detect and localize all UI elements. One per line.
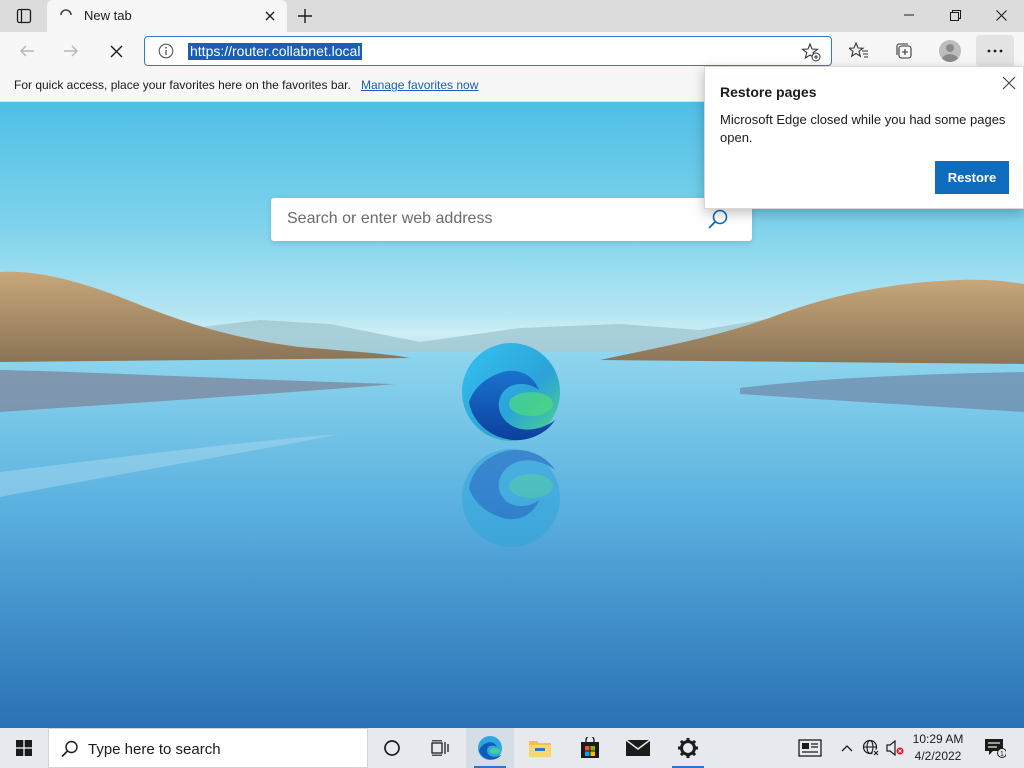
collections-button[interactable] — [889, 37, 919, 65]
minimize-icon — [904, 14, 914, 16]
show-hidden-icons-button[interactable] — [836, 728, 858, 768]
settings-and-more-button[interactable] — [976, 35, 1014, 67]
taskbar: Type here to search 10:29 AM 4/2/2022 1 — [0, 728, 1024, 768]
address-url[interactable]: https://router.collabnet.local — [188, 43, 363, 60]
chevron-up-icon — [841, 745, 853, 752]
windows-start-icon — [16, 740, 32, 756]
taskbar-clock[interactable]: 10:29 AM 4/2/2022 — [908, 731, 968, 765]
volume-muted-icon — [886, 740, 904, 756]
taskbar-store[interactable] — [566, 728, 614, 768]
edge-logo-reflection — [462, 449, 560, 547]
volume-button[interactable] — [884, 728, 906, 768]
taskbar-search-box[interactable]: Type here to search — [48, 728, 368, 768]
restore-button[interactable]: Restore — [935, 161, 1009, 194]
start-button[interactable] — [0, 728, 48, 768]
task-view-button[interactable] — [418, 728, 462, 768]
restore-pages-title: Restore pages — [720, 84, 817, 100]
notifications-icon: 1 — [985, 739, 1006, 758]
mail-icon — [625, 739, 651, 756]
plus-icon — [298, 9, 312, 23]
toolbar: https://router.collabnet.local — [0, 32, 1024, 70]
favorites-icon — [849, 42, 868, 58]
settings-icon — [678, 738, 698, 758]
file-explorer-icon — [529, 741, 551, 757]
tab-close-button[interactable] — [261, 7, 279, 25]
taskbar-edge[interactable] — [466, 728, 514, 768]
minimize-button[interactable] — [886, 0, 932, 30]
close-window-button[interactable] — [978, 0, 1024, 30]
stop-button[interactable] — [101, 37, 131, 65]
cortana-icon — [384, 740, 400, 756]
tab-new-tab[interactable]: New tab — [47, 0, 287, 32]
close-icon — [265, 11, 275, 21]
search-icon — [61, 740, 78, 758]
forward-button[interactable] — [56, 37, 86, 65]
tab-actions-button[interactable] — [8, 5, 40, 27]
info-icon[interactable] — [158, 43, 174, 59]
network-button[interactable] — [860, 728, 882, 768]
taskbar-settings[interactable] — [664, 728, 712, 768]
store-icon — [581, 737, 599, 758]
edge-icon — [478, 736, 502, 760]
clock-date: 4/2/2022 — [914, 749, 962, 763]
cortana-button[interactable] — [370, 728, 414, 768]
news-button[interactable] — [794, 728, 826, 768]
loading-spinner-icon — [60, 9, 72, 16]
forward-arrow-icon — [64, 45, 78, 57]
edge-logo — [462, 343, 560, 441]
tab-strip: New tab — [0, 0, 1024, 32]
more-icon — [987, 49, 1003, 53]
address-bar[interactable]: https://router.collabnet.local — [144, 36, 832, 66]
profile-icon — [939, 40, 961, 62]
tab-title: New tab — [84, 8, 132, 23]
taskbar-file-explorer[interactable] — [516, 728, 564, 768]
favorites-button[interactable] — [844, 37, 874, 65]
maximize-icon — [949, 9, 961, 21]
restore-pages-message: Microsoft Edge closed while you had some… — [720, 112, 1006, 145]
taskbar-search-placeholder: Type here to search — [88, 741, 221, 758]
favorites-bar-message: For quick access, place your favorites h… — [14, 78, 351, 92]
restore-pages-dialog: Restore pages Microsoft Edge closed whil… — [704, 66, 1024, 209]
add-favorite-icon[interactable] — [801, 42, 821, 62]
taskbar-mail[interactable] — [614, 728, 662, 768]
back-button[interactable] — [12, 37, 42, 65]
notification-count: 1 — [1000, 751, 1004, 758]
task-view-icon — [431, 740, 449, 756]
notifications-button[interactable]: 1 — [978, 728, 1012, 768]
clock-time: 10:29 AM — [912, 732, 964, 746]
tab-actions-icon — [16, 8, 32, 24]
network-icon — [862, 739, 880, 757]
close-icon[interactable] — [1001, 75, 1017, 91]
news-icon — [798, 739, 822, 757]
maximize-button[interactable] — [932, 0, 978, 30]
profile-button[interactable] — [935, 37, 965, 65]
back-arrow-icon — [20, 45, 34, 57]
new-tab-search-box[interactable]: Search or enter web address — [271, 198, 752, 241]
manage-favorites-link[interactable]: Manage favorites now — [361, 78, 478, 92]
stop-icon — [110, 45, 122, 57]
close-icon — [995, 9, 1007, 21]
search-placeholder: Search or enter web address — [287, 210, 493, 227]
collections-icon — [896, 43, 912, 59]
search-icon[interactable] — [707, 208, 729, 230]
new-tab-button[interactable] — [292, 4, 318, 28]
